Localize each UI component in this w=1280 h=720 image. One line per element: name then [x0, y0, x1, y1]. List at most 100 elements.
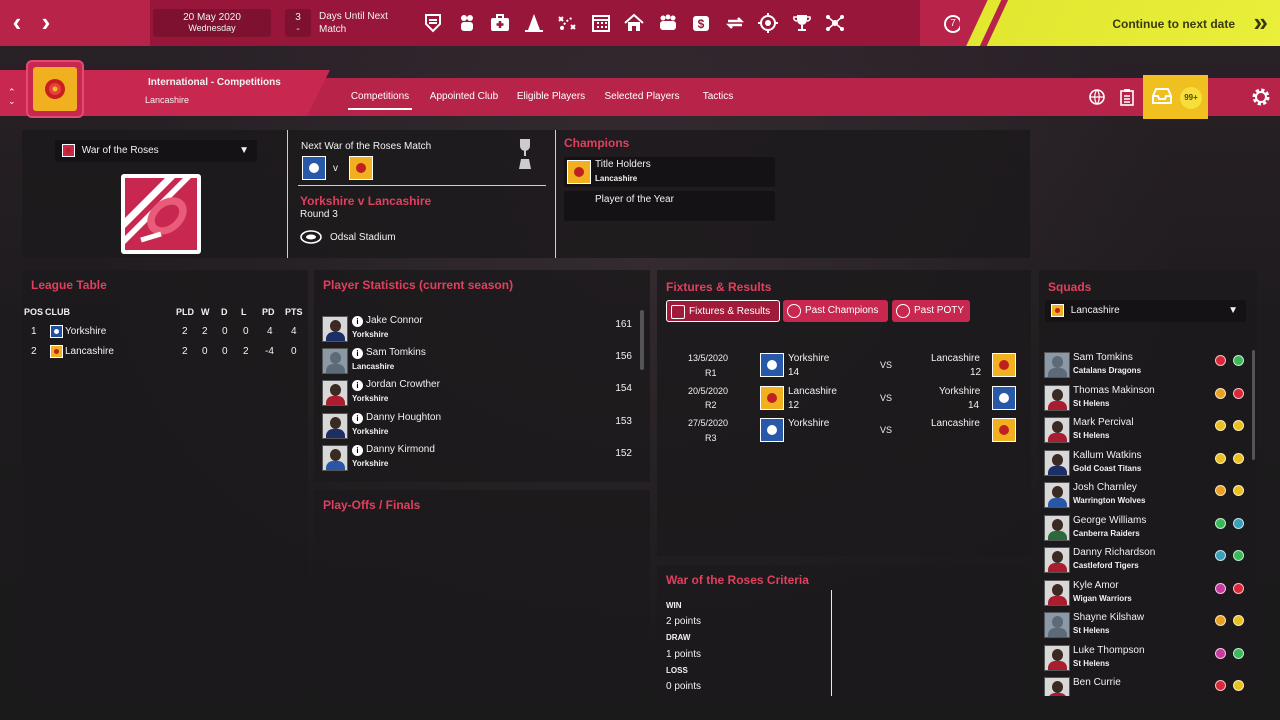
- tab-eligible-players[interactable]: Eligible Players: [514, 84, 588, 110]
- training-cone-icon[interactable]: [521, 10, 547, 36]
- list-item[interactable]: Kyle Amor Wigan Warriors: [1044, 579, 1254, 611]
- player-club: Wigan Warriors: [1073, 594, 1132, 603]
- switch-context-arrows-icon[interactable]: ⌃ ⌄: [8, 88, 16, 106]
- info-icon[interactable]: i: [352, 380, 363, 391]
- player-photo: [1044, 645, 1070, 671]
- info-icon[interactable]: i: [352, 316, 363, 327]
- competition-logo: [121, 174, 201, 254]
- competition-selector[interactable]: War of the Roses ▼: [55, 140, 257, 162]
- player-photo: [322, 380, 348, 406]
- position-dot-icon: [1233, 583, 1244, 594]
- medical-icon[interactable]: [487, 10, 513, 36]
- player-of-year-card[interactable]: Player of the Year: [564, 191, 775, 221]
- scrollbar[interactable]: [640, 310, 644, 370]
- chevron-down-icon: ▼: [239, 145, 249, 156]
- lancashire-crest-icon: [992, 418, 1016, 442]
- player-name: Sam Tomkins: [366, 347, 426, 358]
- position-dot-icon: [1233, 420, 1244, 431]
- row-club: Yorkshire: [65, 326, 107, 337]
- player-club: Yorkshire: [352, 427, 389, 436]
- list-item[interactable]: Ben Currie: [1044, 676, 1254, 696]
- list-item[interactable]: i Jordan Crowther Yorkshire 154: [322, 378, 632, 410]
- yorkshire-crest-icon: [760, 353, 784, 377]
- staff-icon[interactable]: [655, 10, 681, 36]
- players-icon[interactable]: [454, 10, 480, 36]
- title-holders-card[interactable]: Title Holders Lancashire: [564, 157, 775, 187]
- finance-icon[interactable]: $: [688, 10, 714, 36]
- weekday-text: Wednesday: [188, 23, 236, 33]
- days-until-box: 3 -: [285, 9, 311, 37]
- fixture-round: R2: [705, 400, 717, 410]
- fixtures-icon: [671, 305, 685, 319]
- position-dot-icon: [1215, 550, 1226, 561]
- list-item[interactable]: i Jake Connor Yorkshire 161: [322, 314, 632, 346]
- stadium-icon: [300, 229, 322, 248]
- list-item[interactable]: Danny Richardson Castleford Tigers: [1044, 546, 1254, 578]
- context-actions: 99+: [1080, 75, 1280, 119]
- globe-icon[interactable]: [1088, 88, 1106, 109]
- list-item[interactable]: i Sam Tomkins Lancashire 156: [322, 346, 632, 378]
- chevron-down-icon: ▼: [1228, 305, 1238, 316]
- squad-selector[interactable]: Lancashire ▼: [1045, 300, 1246, 322]
- list-item[interactable]: i Danny Houghton Yorkshire 153: [322, 411, 632, 443]
- clipboard-icon[interactable]: [1118, 88, 1136, 109]
- lancashire-crest-icon: [349, 156, 373, 180]
- criteria-loss-points: 0 points: [666, 681, 702, 692]
- list-item[interactable]: George Williams Canberra Raiders: [1044, 514, 1254, 546]
- tab-tactics[interactable]: Tactics: [696, 84, 740, 110]
- transfers-icon[interactable]: [722, 10, 748, 36]
- divider: [555, 130, 556, 258]
- col-d: D: [221, 307, 228, 317]
- player-name: Danny Kirmond: [366, 444, 435, 455]
- calendar-icon[interactable]: [588, 10, 614, 36]
- away-team: Yorkshire: [939, 386, 981, 397]
- list-item[interactable]: Luke Thompson St Helens: [1044, 644, 1254, 676]
- fixtures-results-button[interactable]: Fixtures & Results: [666, 300, 780, 322]
- home-icon[interactable]: [621, 10, 647, 36]
- past-poty-button[interactable]: Past POTY: [892, 300, 970, 322]
- back-arrow-icon[interactable]: ‹: [6, 9, 28, 35]
- forward-arrow-icon[interactable]: ›: [35, 9, 57, 35]
- list-item[interactable]: Josh Charnley Warrington Wolves: [1044, 481, 1254, 513]
- tab-selected-players[interactable]: Selected Players: [602, 84, 682, 110]
- tab-competitions[interactable]: Competitions: [348, 84, 412, 110]
- player-name: Danny Houghton: [366, 412, 442, 423]
- player-club: St Helens: [1073, 431, 1110, 440]
- next-match-title[interactable]: Yorkshire v Lancashire: [300, 194, 431, 208]
- list-item[interactable]: Sam Tomkins Catalans Dragons: [1044, 351, 1254, 383]
- player-club: St Helens: [1073, 399, 1110, 408]
- tactics-icon[interactable]: [554, 10, 580, 36]
- vs-label: VS: [880, 393, 893, 403]
- club-hierarchy-icon[interactable]: [822, 10, 848, 36]
- position-dot-icon: [1215, 518, 1226, 529]
- squad-shield-icon[interactable]: [420, 10, 446, 36]
- medal-icon: [896, 304, 910, 318]
- position-dot-icon: [1233, 518, 1244, 529]
- trophy-icon: [515, 137, 535, 176]
- list-item[interactable]: Mark Percival St Helens: [1044, 416, 1254, 448]
- settings-gear-icon[interactable]: [1250, 86, 1272, 111]
- current-date[interactable]: 20 May 2020 Wednesday: [153, 9, 271, 37]
- continue-button[interactable]: Continue to next date »: [960, 0, 1280, 46]
- position-dot-icon: [1233, 648, 1244, 659]
- list-item[interactable]: i Danny Kirmond Yorkshire 152: [322, 443, 632, 475]
- past-champions-button[interactable]: Past Champions: [783, 300, 888, 322]
- position-dot-icon: [1233, 355, 1244, 366]
- player-photo: [322, 413, 348, 439]
- next-match-heading: Next War of the Roses Match: [301, 141, 432, 152]
- row-pd: 4: [267, 326, 273, 337]
- list-item[interactable]: Shayne Kilshaw St Helens: [1044, 611, 1254, 643]
- info-icon[interactable]: i: [352, 445, 363, 456]
- info-icon[interactable]: i: [352, 348, 363, 359]
- list-item[interactable]: Thomas Makinson St Helens: [1044, 384, 1254, 416]
- squads-heading: Squads: [1048, 280, 1092, 294]
- player-stats-heading: Player Statistics (current season): [323, 278, 514, 292]
- info-icon[interactable]: i: [352, 413, 363, 424]
- scouting-icon[interactable]: [755, 10, 781, 36]
- trophy-icon[interactable]: [789, 10, 815, 36]
- trophy-icon: [787, 304, 801, 318]
- list-item[interactable]: Kallum Watkins Gold Coast Titans: [1044, 449, 1254, 481]
- tab-appointed-club[interactable]: Appointed Club: [426, 84, 502, 110]
- criteria-heading: War of the Roses Criteria: [666, 573, 809, 587]
- player-name: Thomas Makinson: [1073, 385, 1155, 396]
